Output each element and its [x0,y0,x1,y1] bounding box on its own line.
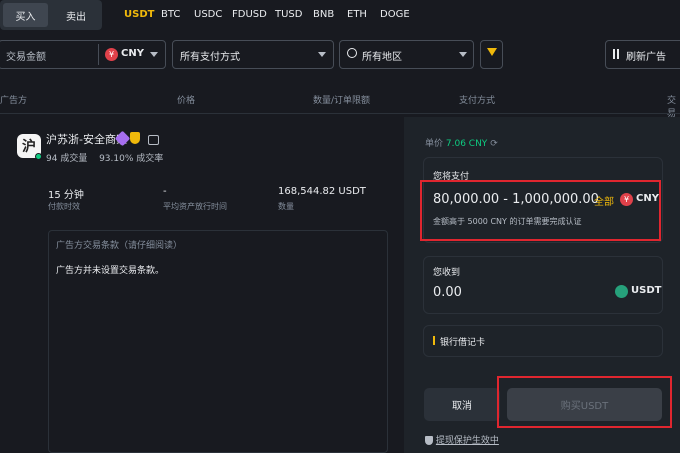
order-count: 94 成交量 [46,154,88,164]
available-quantity-label: 数量 [278,202,294,211]
coin-tab-usdc[interactable]: USDC [194,9,222,20]
column-trade: 交易 [667,96,677,119]
protection-notice[interactable]: 提现保护生效中 [425,433,499,446]
pay-hint: 金额高于 5000 CNY 的订单需要完成认证 [433,217,582,226]
filter-divider [98,44,99,65]
chevron-down-icon [459,52,467,57]
chevron-down-icon [318,52,326,57]
max-amount-link[interactable]: 全部 [594,193,614,208]
coin-tab-bnb[interactable]: BNB [313,9,334,20]
coin-tab-btc[interactable]: BTC [161,9,180,20]
refresh-label[interactable]: 刷新广告 [626,48,666,63]
payment-select-label[interactable]: 所有支付方式 [180,48,240,63]
available-quantity-value: 168,544.82 USDT [278,186,366,197]
buy-tab[interactable]: 买入 [3,3,48,27]
chevron-down-icon [150,52,158,57]
region-filter[interactable] [339,40,474,69]
payment-time-value: 15 分钟 [48,190,84,201]
payment-time-label: 付款时效 [48,202,80,211]
shield-badge-icon [130,132,140,144]
pay-amount-input[interactable]: 80,000.00 - 1,000,000.00 [433,192,599,207]
protection-label[interactable]: 提现保护生效中 [436,436,499,446]
highlight-box [420,180,661,241]
column-advertiser: 广告方 [0,96,28,106]
cny-icon: ¥ [620,193,633,206]
coin-tab-fdusd[interactable]: FDUSD [232,9,267,20]
currency-select[interactable]: CNY [121,48,144,59]
column-payment: 支付方式 [459,96,496,106]
online-status-dot [35,153,42,160]
payment-method-marker [433,336,435,345]
receive-currency: USDT [631,285,662,296]
coin-tab-usdt[interactable]: USDT [124,9,154,20]
pause-icon [613,49,619,59]
cancel-button[interactable]: 取消 [424,388,500,421]
receive-amount-input[interactable]: 0.00 [433,285,462,300]
unit-price: 单价 7.06 CNY ⟳ [425,136,498,149]
amount-input-placeholder[interactable]: 交易金额 [6,48,46,63]
unit-price-value: 7.06 CNY [445,139,488,149]
pay-currency: CNY [636,193,659,204]
merchant-stats: 94 成交量 93.10% 成交率 [46,151,163,164]
header-divider [0,113,680,114]
receive-label: 您收到 [433,268,461,278]
usdt-icon [615,285,628,298]
globe-icon [347,48,357,58]
refresh-icon: ⟳ [490,139,498,149]
cny-icon: ¥ [105,48,118,61]
column-price: 价格 [177,96,196,106]
coin-tab-doge[interactable]: DOGE [380,9,410,20]
coin-tab-eth[interactable]: ETH [347,9,367,20]
terms-text: 广告方并未设置交易条款。 [56,266,165,276]
funnel-icon [487,48,497,56]
buy-usdt-button[interactable]: 购买USDT [507,388,662,421]
region-select-label[interactable]: 所有地区 [362,48,402,63]
column-limits: 数量/订单限额 [313,96,371,106]
release-time-value: - [163,186,167,197]
shield-icon [425,436,433,445]
terms-title: 广告方交易条款（请仔细阅读） [56,241,183,251]
coin-tab-tusd[interactable]: TUSD [275,9,302,20]
card-icon [148,135,159,145]
sell-tab[interactable]: 卖出 [52,3,100,27]
completion-rate: 93.10% 成交率 [99,154,164,164]
payment-method-label[interactable]: 银行借记卡 [440,335,485,348]
release-time-label: 平均资产放行时间 [163,202,227,211]
unit-price-label: 单价 [425,139,444,149]
